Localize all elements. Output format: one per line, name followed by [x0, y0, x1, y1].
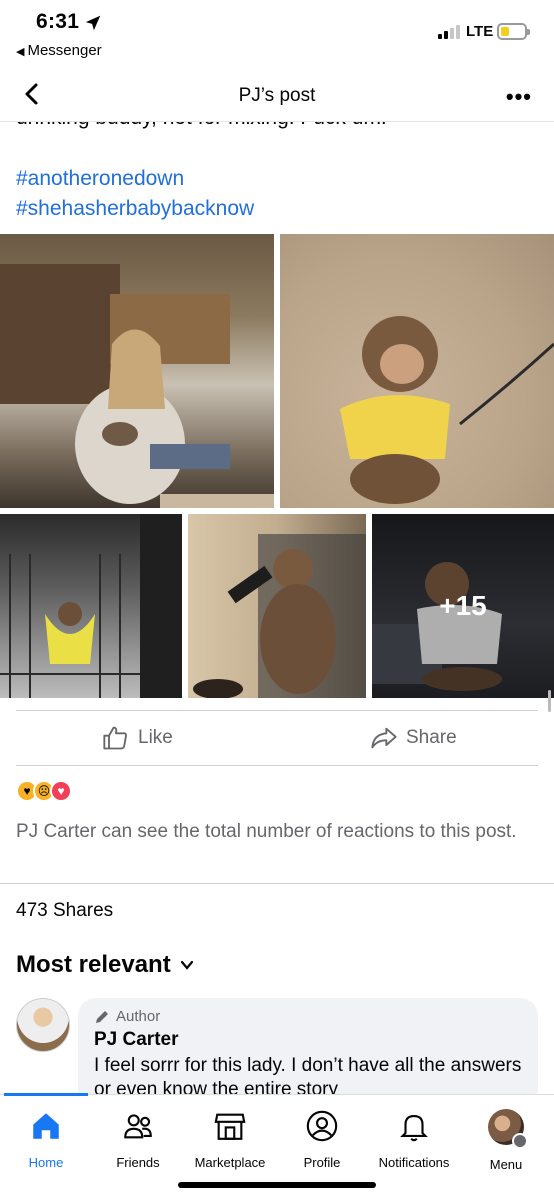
post-photo-monkey-in-cage[interactable]: [0, 514, 182, 698]
home-icon: [33, 1113, 59, 1139]
nav-menu[interactable]: Menu: [456, 1109, 554, 1172]
nav-label: Profile: [303, 1155, 341, 1170]
share-arrow-icon: [371, 727, 397, 749]
author-badge: Author: [94, 1008, 522, 1025]
comment-bubble[interactable]: Author PJ Carter I feel sorrr for this l…: [78, 998, 538, 1108]
nav-marketplace[interactable]: Marketplace: [180, 1109, 280, 1170]
marketplace-icon: [214, 1113, 246, 1140]
love-reaction-icon: ♥: [50, 780, 72, 802]
more-options-icon[interactable]: •••: [506, 84, 532, 110]
share-label: Share: [406, 727, 457, 748]
nav-home[interactable]: Home: [0, 1109, 96, 1170]
avatar[interactable]: [16, 998, 70, 1052]
active-tab-indicator: [4, 1093, 88, 1096]
more-photos-count[interactable]: +15: [372, 514, 554, 698]
post-photo-monkey-white-shirt[interactable]: +15: [372, 514, 554, 698]
back-app-label: Messenger: [27, 42, 102, 59]
like-button[interactable]: Like: [102, 724, 173, 752]
chevron-down-icon: [180, 960, 193, 970]
scroll-indicator: [548, 690, 551, 712]
nav-label: Notifications: [378, 1155, 450, 1170]
page-title: PJ’s post: [238, 85, 316, 106]
back-to-messenger[interactable]: ◀ Messenger: [16, 42, 102, 59]
location-arrow-icon: [85, 15, 101, 31]
shares-count[interactable]: 473 Shares: [16, 900, 113, 922]
menu-avatar: [488, 1109, 528, 1149]
bell-icon: [400, 1115, 428, 1142]
reaction-icons[interactable]: ♥ ☹ ♥: [16, 780, 72, 802]
menu-badge-icon: [512, 1133, 528, 1149]
thumbs-up-icon: [103, 726, 127, 750]
post-photo-woman-with-monkey[interactable]: [0, 234, 274, 508]
sort-label: Most relevant: [16, 951, 171, 978]
post-photo-monkey-yellow-shirt[interactable]: [280, 234, 554, 508]
network-type: LTE: [466, 23, 494, 40]
comment-sort-dropdown[interactable]: Most relevant: [16, 951, 195, 979]
friends-icon: [124, 1114, 152, 1139]
nav-label: Home: [28, 1155, 64, 1170]
like-label: Like: [138, 727, 173, 748]
nav-label: Menu: [489, 1157, 523, 1172]
nav-label: Marketplace: [194, 1155, 266, 1170]
battery-icon: [497, 23, 530, 40]
home-indicator: [178, 1182, 376, 1188]
reaction-privacy-note: PJ Carter can see the total number of re…: [16, 821, 517, 842]
commenter-name[interactable]: PJ Carter: [94, 1029, 522, 1051]
divider: [0, 883, 554, 884]
nav-notifications[interactable]: Notifications: [364, 1109, 464, 1170]
hashtag-link[interactable]: #shehasherbabybacknow: [16, 194, 254, 224]
share-button[interactable]: Share: [370, 724, 457, 752]
hashtags: #anotheronedown #shehasherbabybacknow: [16, 164, 254, 224]
nav-profile[interactable]: Profile: [272, 1109, 372, 1170]
author-badge-label: Author: [116, 1008, 161, 1025]
nav-label: Friends: [116, 1155, 160, 1170]
status-bar: 6:31 ◀ Messenger LTE: [0, 0, 554, 70]
divider: [16, 710, 538, 711]
post-header: PJ’s post •••: [0, 70, 554, 122]
status-time: 6:31: [36, 10, 80, 33]
pencil-icon: [96, 1010, 108, 1023]
nav-friends[interactable]: Friends: [88, 1109, 188, 1170]
profile-icon: [306, 1110, 338, 1142]
divider: [16, 765, 538, 766]
post-photo-monkey-drinking[interactable]: [188, 514, 366, 698]
signal-strength-icon: [438, 25, 460, 39]
hashtag-link[interactable]: #anotheronedown: [16, 164, 254, 194]
